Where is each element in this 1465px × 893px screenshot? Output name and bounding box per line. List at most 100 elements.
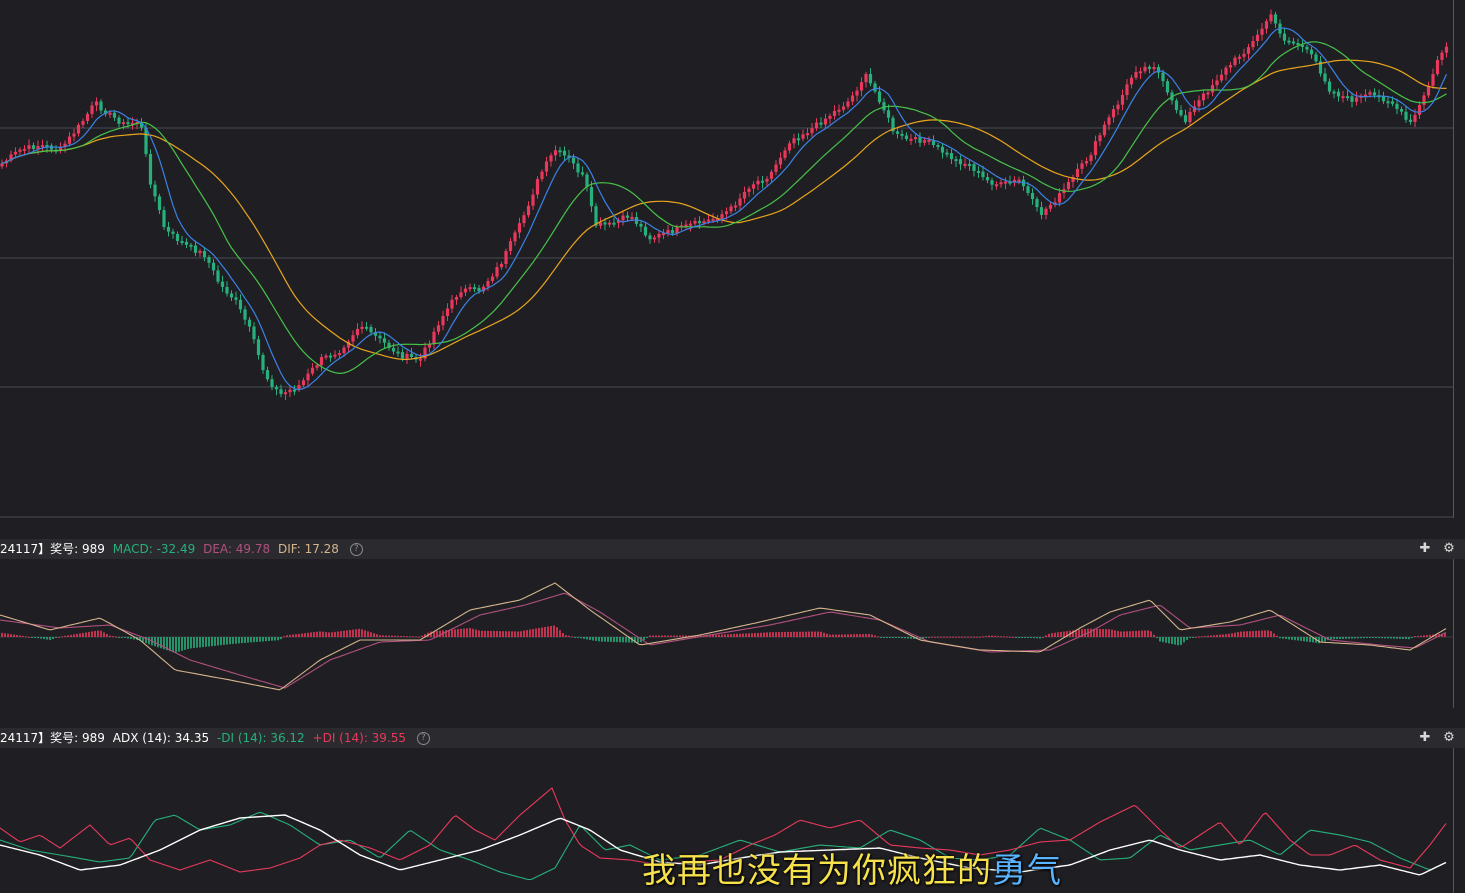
- candle-body: [418, 358, 423, 361]
- candle-body: [337, 353, 342, 356]
- candle-body: [310, 367, 315, 374]
- candle-body: [571, 157, 576, 164]
- macd-bar: [1036, 637, 1038, 639]
- macd-bar: [844, 634, 846, 637]
- macd-bar: [82, 632, 84, 637]
- candle-body: [958, 159, 963, 165]
- candle-body: [544, 161, 549, 172]
- macd-bar: [88, 631, 90, 637]
- candle-body: [774, 164, 778, 172]
- candle-body: [531, 194, 535, 206]
- price-chart-panel[interactable]: [0, 0, 1465, 518]
- macd-bar: [199, 637, 201, 648]
- macd-bar: [478, 630, 480, 637]
- macd-bar: [679, 635, 681, 637]
- gear-icon[interactable]: ⚙: [1441, 730, 1457, 746]
- macd-panel[interactable]: [0, 568, 1465, 708]
- candle-body: [1327, 81, 1332, 92]
- candle-body: [940, 146, 945, 153]
- macd-bar: [1414, 636, 1416, 638]
- macd-bar: [1078, 629, 1080, 637]
- macd-bar: [517, 631, 519, 637]
- candle-body: [873, 83, 877, 92]
- macd-axis-divider: [1453, 559, 1454, 708]
- macd-bar: [760, 632, 762, 637]
- candle-body: [94, 101, 99, 106]
- macd-bar: [271, 637, 273, 641]
- macd-chart-svg[interactable]: [0, 568, 1465, 708]
- macd-bar: [1402, 637, 1404, 639]
- macd-bar: [1369, 637, 1371, 638]
- dif-value: DIF: 17.28: [277, 542, 339, 556]
- macd-bar: [115, 636, 117, 638]
- macd-bar: [1045, 635, 1047, 637]
- macd-bar: [964, 636, 966, 638]
- candle-body: [1386, 101, 1390, 104]
- macd-bar: [535, 628, 537, 637]
- macd-bar: [616, 637, 618, 643]
- macd-bar: [193, 637, 195, 649]
- macd-bar: [1363, 637, 1365, 639]
- macd-bar: [457, 629, 459, 637]
- macd-bar: [4, 633, 6, 637]
- macd-bar: [352, 629, 354, 637]
- macd-bar: [928, 636, 930, 638]
- macd-bar: [58, 636, 60, 638]
- macd-bar: [61, 636, 63, 638]
- price-chart-svg[interactable]: [0, 0, 1465, 518]
- macd-bar: [997, 635, 999, 637]
- macd-bar: [1009, 636, 1011, 638]
- macd-bar: [712, 634, 714, 637]
- price-axis-divider: [1453, 0, 1454, 518]
- macd-bar: [289, 634, 291, 637]
- macd-bar: [196, 637, 198, 648]
- candle-body: [711, 218, 715, 221]
- candle-body: [274, 387, 279, 390]
- macd-bar: [1420, 635, 1422, 637]
- candle-body: [751, 184, 756, 189]
- macd-bar: [946, 636, 948, 638]
- candle-body: [886, 110, 891, 118]
- macd-bar: [1417, 635, 1419, 637]
- candle-body: [364, 326, 369, 329]
- macd-bar: [130, 637, 132, 639]
- candle-body: [441, 316, 445, 326]
- candle-body: [945, 152, 949, 155]
- candle-body: [261, 354, 265, 371]
- macd-bar: [124, 637, 126, 639]
- macd-bar: [574, 637, 576, 638]
- macd-bar: [370, 632, 372, 637]
- macd-bar: [1213, 635, 1215, 637]
- candle-body: [220, 281, 225, 287]
- macd-bar: [970, 636, 972, 638]
- candle-body: [270, 379, 274, 388]
- macd-bar: [292, 634, 294, 637]
- candle-body: [1066, 182, 1071, 190]
- candle-body: [985, 177, 990, 181]
- macd-bar: [940, 636, 942, 638]
- macd-bar: [190, 637, 192, 649]
- gear-icon[interactable]: ⚙: [1441, 541, 1457, 557]
- candle-body: [639, 223, 643, 227]
- candle-body: [490, 276, 495, 281]
- macd-bar: [1294, 637, 1296, 641]
- candle-body: [1264, 21, 1269, 29]
- candle-body: [522, 215, 526, 224]
- pin-icon[interactable]: ✚: [1417, 541, 1433, 557]
- macd-bar: [13, 634, 15, 637]
- candle-body: [342, 347, 346, 354]
- pin-icon[interactable]: ✚: [1417, 730, 1433, 746]
- macd-bar: [253, 637, 255, 643]
- macd-bar: [412, 636, 414, 638]
- macd-bar: [409, 636, 411, 638]
- macd-bar: [1159, 637, 1161, 642]
- macd-bar: [550, 625, 552, 637]
- candle-body: [18, 149, 22, 152]
- help-icon[interactable]: ?: [416, 732, 430, 745]
- help-icon[interactable]: ?: [349, 543, 363, 556]
- candle-body: [193, 245, 198, 253]
- candle-body: [756, 180, 760, 185]
- candle-body: [1440, 52, 1444, 60]
- macd-bar: [400, 635, 402, 637]
- macd-bar: [1171, 637, 1173, 645]
